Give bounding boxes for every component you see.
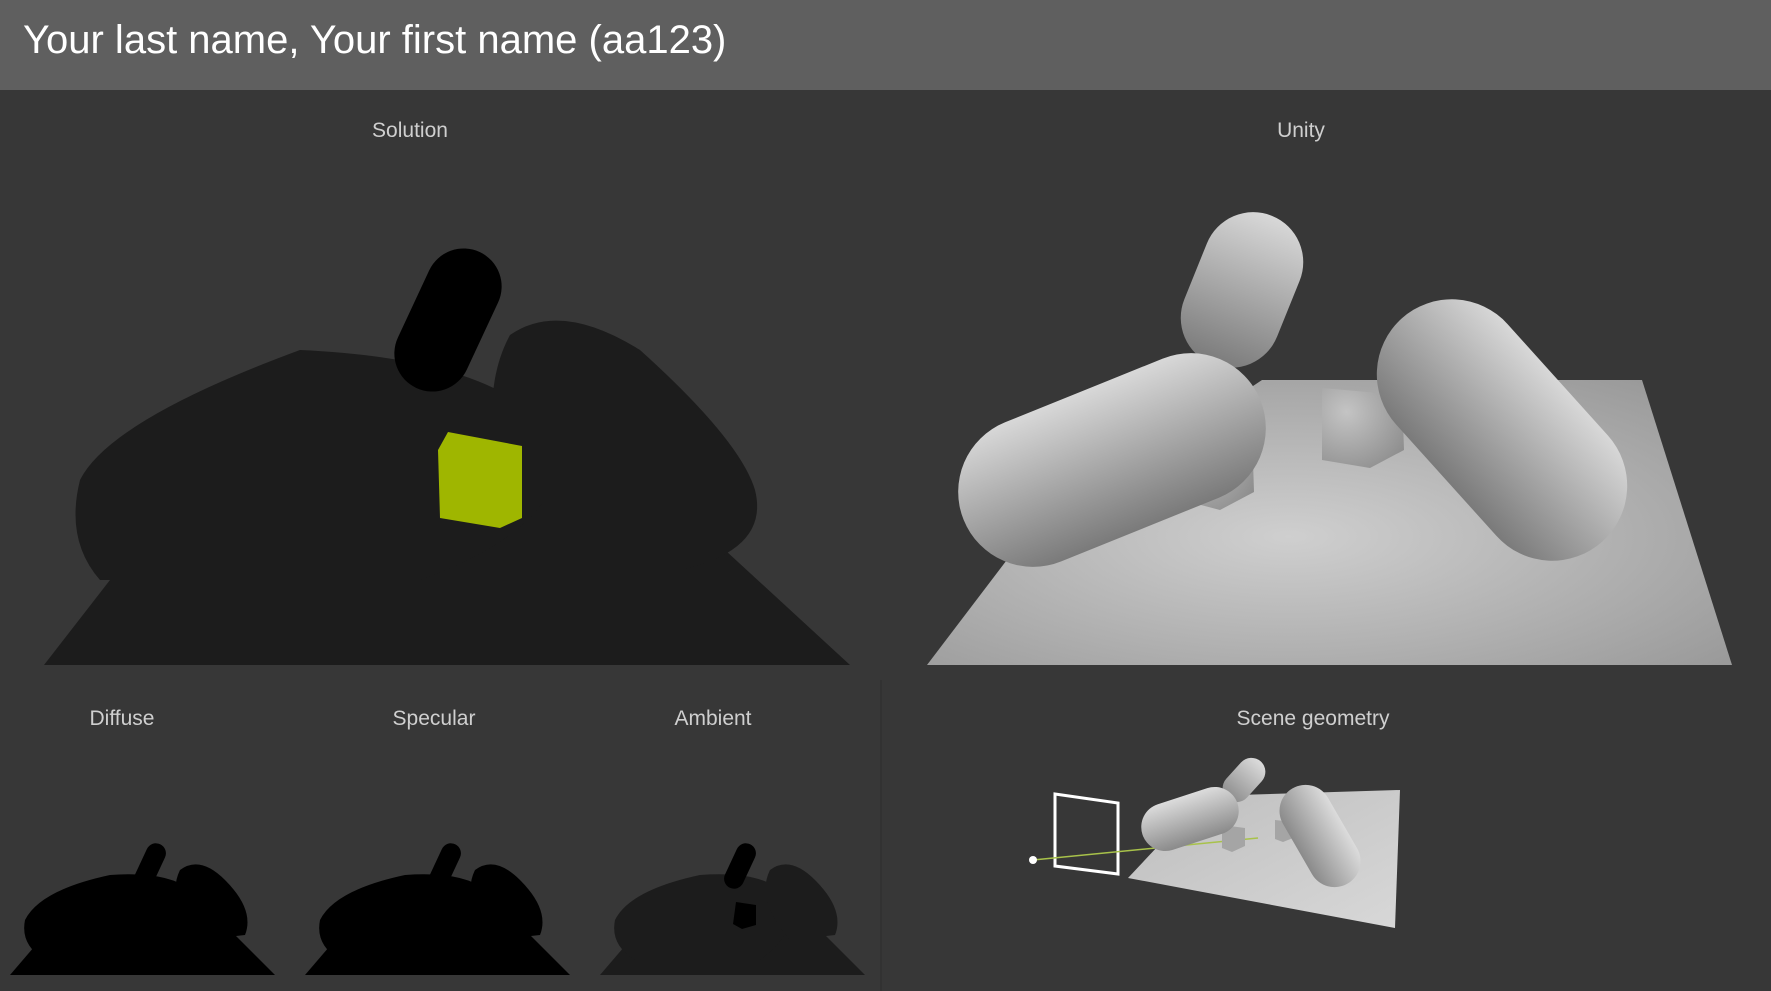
diffuse-capsule-left-shape xyxy=(24,874,202,960)
solution-cube-shape xyxy=(438,432,522,528)
ambient-cube-shape xyxy=(733,902,756,929)
panel-divider xyxy=(880,680,882,991)
ambient-render xyxy=(600,843,865,975)
diffuse-render xyxy=(10,843,275,975)
solution-render xyxy=(44,248,850,665)
scene-geometry-render xyxy=(1029,757,1400,928)
scene-camera-point xyxy=(1029,856,1037,864)
unity-label: Unity xyxy=(1277,119,1325,142)
header-bar: Your last name, Your first name (aa123) xyxy=(0,0,1771,90)
specular-capsule-left-shape xyxy=(319,874,497,960)
specular-render xyxy=(305,843,570,975)
scene-geometry-label: Scene geometry xyxy=(1236,707,1390,730)
solution-label: Solution xyxy=(372,119,448,142)
diffuse-label: Diffuse xyxy=(89,707,155,730)
scene-viewport-frame xyxy=(1053,792,1120,876)
page-title: Your last name, Your first name (aa123) xyxy=(23,18,727,62)
ambient-capsule-left-shape xyxy=(614,874,792,960)
specular-label: Specular xyxy=(392,707,476,730)
unity-render xyxy=(927,212,1732,665)
ambient-label: Ambient xyxy=(674,707,752,730)
